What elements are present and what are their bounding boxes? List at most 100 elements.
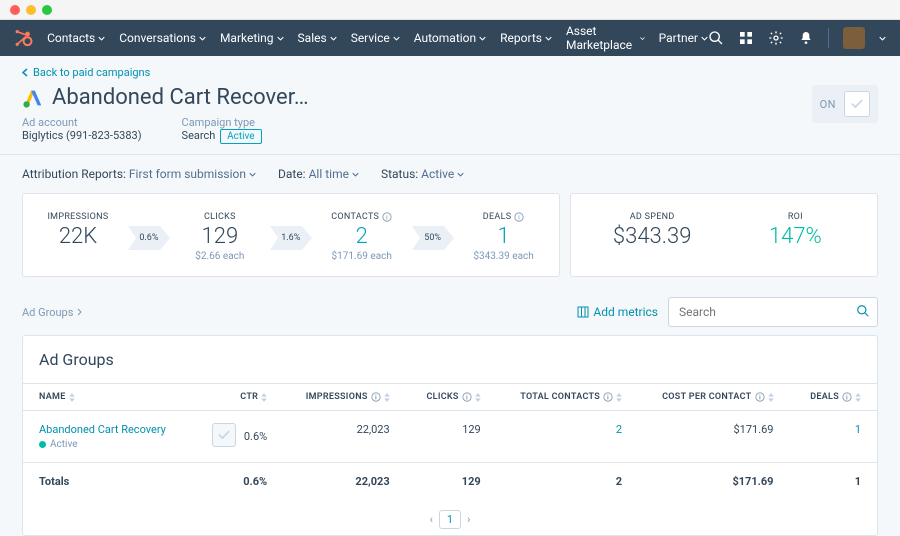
info-icon: i xyxy=(371,392,381,402)
svg-text:i: i xyxy=(386,214,388,222)
clicks-label: CLICKS xyxy=(180,212,260,222)
funnel-arrow-1: 0.6% xyxy=(128,226,170,250)
col-cost-per-contact[interactable]: COST PER CONTACT i xyxy=(638,384,789,411)
nav-item-reports[interactable]: Reports xyxy=(500,24,552,52)
search-input[interactable] xyxy=(668,297,878,327)
adspend-label: AD SPEND xyxy=(612,212,692,222)
google-ads-icon xyxy=(22,87,44,109)
col-ctr[interactable]: CTR xyxy=(191,384,283,411)
contacts-value[interactable]: 2 xyxy=(322,224,402,249)
campaign-toggle[interactable]: ON xyxy=(812,85,878,123)
row-status: Active xyxy=(39,439,175,450)
chevron-down-icon xyxy=(199,36,206,41)
totals-row: Totals0.6%22,0231292$171.691 xyxy=(23,463,877,501)
nav-item-sales[interactable]: Sales xyxy=(298,24,337,52)
columns-icon xyxy=(577,306,589,318)
nav-item-marketing[interactable]: Marketing xyxy=(220,24,284,52)
page-title: Abandoned Cart Recover… xyxy=(52,85,309,110)
toggle-checkbox xyxy=(844,91,870,117)
contacts-sub: $171.69 each xyxy=(322,251,402,262)
svg-text:i: i xyxy=(375,394,377,402)
nav-item-conversations[interactable]: Conversations xyxy=(119,24,206,52)
col-name[interactable]: NAME xyxy=(23,384,191,411)
row-toggle[interactable] xyxy=(212,423,236,447)
chevron-down-icon xyxy=(277,36,284,41)
col-total-contacts[interactable]: TOTAL CONTACTS i xyxy=(497,384,638,411)
search-icon[interactable] xyxy=(856,304,870,318)
info-icon: i xyxy=(755,392,765,402)
clicks-value: 129 xyxy=(180,224,260,249)
nav-utility-icons xyxy=(708,27,886,49)
chevron-down-icon xyxy=(330,36,337,41)
hubspot-logo-icon[interactable] xyxy=(14,28,33,48)
filter-bar: Attribution Reports: First form submissi… xyxy=(0,155,900,193)
nav-item-contacts[interactable]: Contacts xyxy=(47,24,105,52)
impressions-value: 22K xyxy=(38,224,118,249)
account-caret-icon[interactable] xyxy=(879,36,886,41)
campaign-type-value: Search xyxy=(182,129,216,142)
window-min-dot[interactable] xyxy=(26,5,36,15)
col-deals[interactable]: DEALS i xyxy=(790,384,878,411)
breadcrumb[interactable]: Ad Groups xyxy=(22,306,82,319)
row-name-link[interactable]: Abandoned Cart Recovery xyxy=(39,423,175,436)
status-filter-value[interactable]: Active xyxy=(421,167,464,181)
deals-value[interactable]: 1 xyxy=(464,224,544,249)
svg-text:i: i xyxy=(759,394,761,402)
info-icon: i xyxy=(462,392,472,402)
row-contacts[interactable]: 2 xyxy=(497,411,638,463)
ad-groups-table: NAME CTR IMPRESSIONS i CLICKS i TOTAL CO… xyxy=(23,383,877,500)
chevron-down-icon xyxy=(545,36,552,41)
col-impressions[interactable]: IMPRESSIONS i xyxy=(283,384,405,411)
svg-text:i: i xyxy=(466,394,468,402)
nav-item-service[interactable]: Service xyxy=(351,24,400,52)
add-metrics-button[interactable]: Add metrics xyxy=(577,305,658,319)
chevron-right-icon xyxy=(77,308,82,316)
campaign-type-label: Campaign type xyxy=(182,116,262,129)
svg-text:i: i xyxy=(846,394,848,402)
info-icon: i xyxy=(382,212,392,222)
ad-groups-table-card: Ad Groups NAME CTR IMPRESSIONS i CLICKS … xyxy=(22,335,878,536)
deals-label: DEALSi xyxy=(464,212,544,222)
window-max-dot[interactable] xyxy=(42,5,52,15)
roi-label: ROI xyxy=(755,212,835,222)
status-filter-label: Status: xyxy=(381,167,418,181)
back-link[interactable]: Back to paid campaigns xyxy=(0,56,900,79)
chevron-down-icon xyxy=(701,36,708,41)
funnel-arrow-3: 50% xyxy=(412,226,454,250)
nav-item-partner[interactable]: Partner xyxy=(659,24,708,52)
marketplace-icon[interactable] xyxy=(738,30,754,46)
chevron-down-icon xyxy=(393,36,400,41)
bell-icon[interactable] xyxy=(798,30,814,46)
page-prev[interactable]: ‹ xyxy=(430,513,433,526)
funnel-arrow-2: 1.6% xyxy=(270,226,312,250)
funnel-metrics-card: IMPRESSIONS 22K 0.6% CLICKS 129 $2.66 ea… xyxy=(22,193,560,277)
svg-text:i: i xyxy=(607,394,609,402)
spend-metrics-card: AD SPEND $343.39 ROI 147% xyxy=(570,193,878,277)
search-box xyxy=(668,297,878,327)
col-clicks[interactable]: CLICKS i xyxy=(406,384,497,411)
deals-sub: $343.39 each xyxy=(464,251,544,262)
nav-item-asset-marketplace[interactable]: Asset Marketplace xyxy=(566,24,645,52)
adspend-value: $343.39 xyxy=(612,224,692,249)
table-title: Ad Groups xyxy=(23,350,877,383)
impressions-label: IMPRESSIONS xyxy=(38,212,118,222)
nav-item-automation[interactable]: Automation xyxy=(414,24,486,52)
clicks-sub: $2.66 each xyxy=(180,251,260,262)
gear-icon[interactable] xyxy=(768,30,784,46)
date-filter-label: Date: xyxy=(278,167,306,181)
row-deals[interactable]: 1 xyxy=(790,411,878,463)
search-icon[interactable] xyxy=(708,30,724,46)
info-icon: i xyxy=(842,392,852,402)
attr-filter-value[interactable]: First form submission xyxy=(129,167,256,181)
adaccount-label: Ad account xyxy=(22,116,142,129)
chevron-left-icon xyxy=(22,68,28,77)
svg-text:i: i xyxy=(518,214,520,222)
page-next[interactable]: › xyxy=(467,513,470,526)
info-icon: i xyxy=(603,392,613,402)
page-current[interactable]: 1 xyxy=(439,510,461,529)
window-close-dot[interactable] xyxy=(10,5,20,15)
table-row: Abandoned Cart RecoveryActive 0.6%22,023… xyxy=(23,411,877,463)
date-filter-value[interactable]: All time xyxy=(309,167,359,181)
avatar[interactable] xyxy=(843,27,865,49)
status-badge: Active xyxy=(220,129,262,144)
